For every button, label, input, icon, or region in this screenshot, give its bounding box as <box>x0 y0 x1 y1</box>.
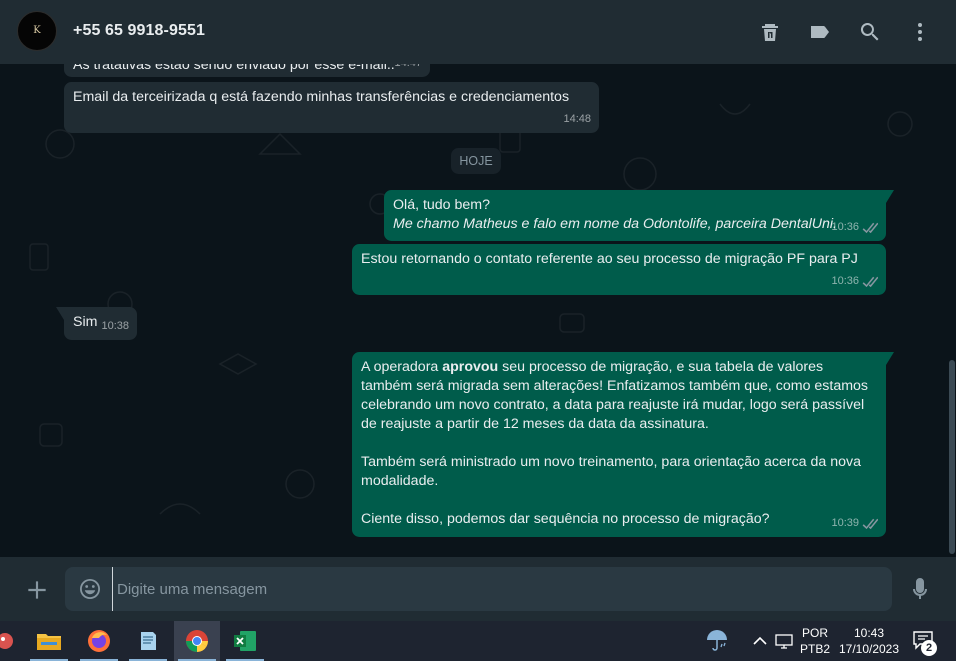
paint-icon <box>0 633 13 649</box>
message-time: 10:36 <box>831 221 859 233</box>
message-time: 10:36 <box>831 275 859 287</box>
avatar[interactable]: K <box>17 11 57 51</box>
message-paragraph-1: A operadora aprovou seu processo de migr… <box>361 358 877 434</box>
notepad-icon <box>141 632 156 650</box>
bubble-tail <box>886 352 894 365</box>
message-text: As tratativas estão sendo enviado por es… <box>73 64 395 73</box>
network-icon[interactable] <box>772 621 796 661</box>
contact-name[interactable]: +55 65 9918-9551 <box>73 22 205 40</box>
message-time: 10:38 <box>101 320 129 332</box>
firefox-icon <box>88 630 110 652</box>
message-status: 10:36 <box>831 218 878 237</box>
delete-icon[interactable] <box>758 20 782 44</box>
keyboard-layout: PTB2 <box>799 642 830 656</box>
menu-icon[interactable] <box>908 20 932 44</box>
message-text-line1: Olá, tudo bem? <box>393 197 491 213</box>
message-status: 10:36 <box>831 272 878 291</box>
input-language[interactable]: POR PTB2 <box>798 625 832 657</box>
avatar-logo: K <box>33 25 41 36</box>
whatsapp-window: K +55 65 9918-9551 As tratativas estão s… <box>0 0 956 661</box>
notification-count-badge: 2 <box>921 640 937 656</box>
chat-header: K +55 65 9918-9551 <box>0 0 956 64</box>
message-incoming[interactable]: Email da terceirizada q está fazendo min… <box>64 82 599 133</box>
message-outgoing[interactable]: A operadora aprovou seu processo de migr… <box>352 352 894 537</box>
bubble-tail <box>56 307 64 320</box>
message-text-segment: A operadora <box>361 359 443 375</box>
file-explorer-icon <box>37 634 61 650</box>
taskbar-file-explorer[interactable] <box>26 621 72 661</box>
attach-plus-icon[interactable] <box>24 577 50 603</box>
double-check-icon <box>862 276 878 287</box>
message-text: Estou retornando o contato referente ao … <box>361 251 858 267</box>
message-incoming[interactable]: As tratativas estão sendo enviado por es… <box>64 64 430 77</box>
chat-area[interactable]: As tratativas estão sendo enviado por es… <box>0 64 956 557</box>
message-time: 14:47 <box>394 64 422 73</box>
bubble-tail <box>886 190 894 203</box>
excel-icon <box>234 631 256 651</box>
message-status: 10:39 <box>831 514 878 533</box>
microphone-icon[interactable] <box>909 577 931 603</box>
double-check-icon <box>862 222 878 233</box>
composer-bar <box>0 557 956 621</box>
message-outgoing[interactable]: Olá, tudo bem? Me chamo Matheus e falo e… <box>384 190 894 241</box>
message-paragraph-3: Ciente disso, podemos dar sequência no p… <box>361 511 770 527</box>
emoji-icon[interactable] <box>78 577 102 601</box>
weather-icon[interactable] <box>702 621 732 661</box>
message-incoming[interactable]: Sim 10:38 <box>56 307 137 340</box>
message-input[interactable] <box>112 567 872 611</box>
message-outgoing[interactable]: Estou retornando o contato referente ao … <box>352 244 886 295</box>
message-input-container[interactable] <box>65 567 892 611</box>
clock-date: 17/10/2023 <box>838 642 900 656</box>
chat-scrollbar[interactable] <box>949 360 955 554</box>
message-text: Sim <box>73 314 98 330</box>
language-code: POR <box>801 626 828 640</box>
chrome-icon <box>186 630 208 652</box>
search-icon[interactable] <box>858 20 882 44</box>
chevron-up-icon[interactable] <box>750 621 770 661</box>
message-time: 14:48 <box>563 113 591 125</box>
taskbar-excel[interactable] <box>222 621 268 661</box>
taskbar-firefox[interactable] <box>76 621 122 661</box>
message-text: Email da terceirizada q está fazendo min… <box>73 89 570 105</box>
double-check-icon <box>862 518 878 529</box>
message-paragraph-2: Também será ministrado um novo treinamen… <box>361 454 865 489</box>
date-divider: HOJE <box>451 148 501 174</box>
taskbar-notepad[interactable] <box>125 621 171 661</box>
system-clock[interactable]: 10:43 17/10/2023 <box>836 625 902 657</box>
taskbar-chrome[interactable] <box>174 621 220 661</box>
message-text-bold: aprovou <box>442 359 499 375</box>
clock-time: 10:43 <box>853 626 885 640</box>
message-time: 10:39 <box>831 517 859 529</box>
windows-taskbar: POR PTB2 10:43 17/10/2023 2 <box>0 621 956 661</box>
message-text-line2: Me chamo Matheus e falo em nome da Odont… <box>393 216 837 232</box>
label-icon[interactable] <box>808 20 832 44</box>
taskbar-app-partial[interactable] <box>0 621 28 661</box>
